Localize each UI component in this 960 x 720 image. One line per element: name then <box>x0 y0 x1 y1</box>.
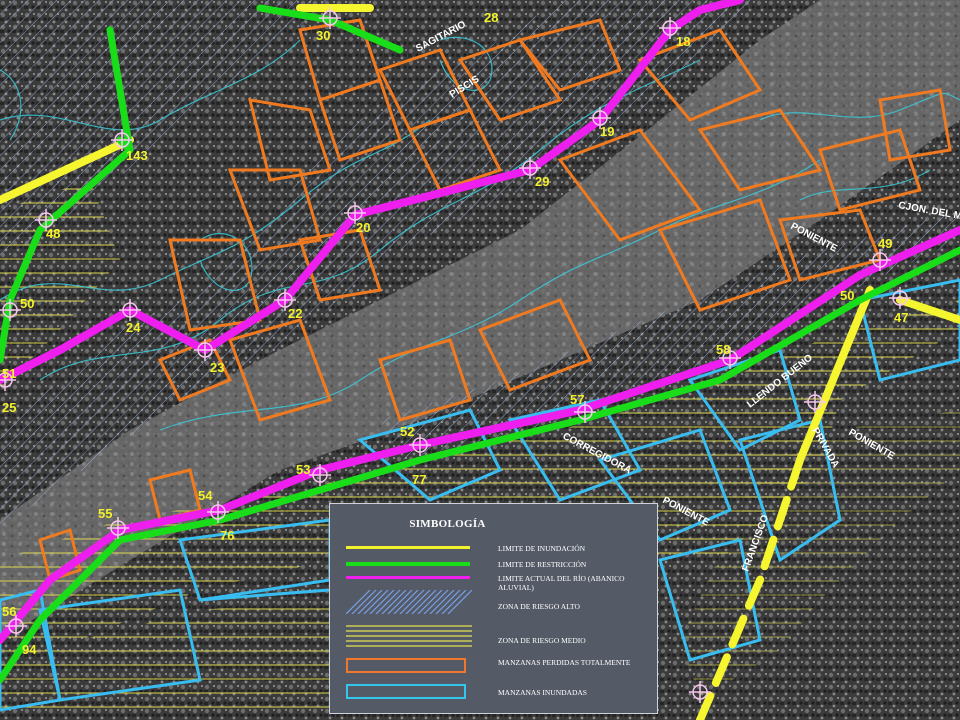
legend-panel: SIMBOLOGÍA LIMITE DE INUNDACIÓN LIMITE D… <box>329 503 658 714</box>
point-label: 29 <box>535 174 549 189</box>
point-label: 23 <box>210 360 224 375</box>
point-label: 50 <box>20 296 34 311</box>
point-label: 30 <box>316 28 330 43</box>
point-label: 28 <box>484 10 498 25</box>
point-label: 22 <box>288 306 302 321</box>
point-label: 50 <box>840 288 854 303</box>
point-label: 54 <box>198 488 213 503</box>
green-line-swatch <box>346 562 470 566</box>
legend-label: LIMITE DE RESTRICCIÓN <box>498 560 587 569</box>
legend-label: MANZANAS PERDIDAS TOTALMENTE <box>498 658 631 667</box>
legend-label: LIMITE ACTUAL DEL RÍO (ABANICO ALUVIAL) <box>498 574 625 592</box>
point-label: 51 <box>2 366 16 381</box>
legend-label: LIMITE DE INUNDACIÓN <box>498 544 586 553</box>
point-label: 20 <box>356 220 370 235</box>
legend-label: MANZANAS INUNDADAS <box>498 688 587 697</box>
orange-box-swatch <box>346 658 466 673</box>
point-label: 18 <box>676 34 690 49</box>
point-label: 24 <box>126 320 141 335</box>
point-label: 25 <box>2 400 16 415</box>
point-label: 52 <box>400 424 414 439</box>
point-label: 48 <box>46 226 60 241</box>
point-label: 57 <box>570 392 584 407</box>
magenta-line-swatch <box>346 576 470 579</box>
point-label: 94 <box>22 642 37 657</box>
point-label: 47 <box>894 310 908 325</box>
lines-swatch <box>346 625 472 647</box>
point-label: 58 <box>716 342 730 357</box>
point-label: 143 <box>126 148 148 163</box>
legend-title: SIMBOLOGÍA <box>409 518 486 530</box>
legend-label: ZONA DE RIESGO MEDIO <box>498 636 586 645</box>
point-label: 56 <box>2 604 16 619</box>
point-label: 19 <box>600 124 614 139</box>
hatch-swatch <box>346 590 472 614</box>
point-label: 77 <box>412 472 426 487</box>
point-label: 53 <box>296 462 310 477</box>
point-label: 49 <box>878 236 892 251</box>
point-label: 76 <box>220 528 234 543</box>
yellow-line-swatch <box>346 546 470 549</box>
blue-box-swatch <box>346 684 466 699</box>
legend-label: ZONA DE RIESGO ALTO <box>498 602 580 611</box>
point-label: 55 <box>98 506 112 521</box>
